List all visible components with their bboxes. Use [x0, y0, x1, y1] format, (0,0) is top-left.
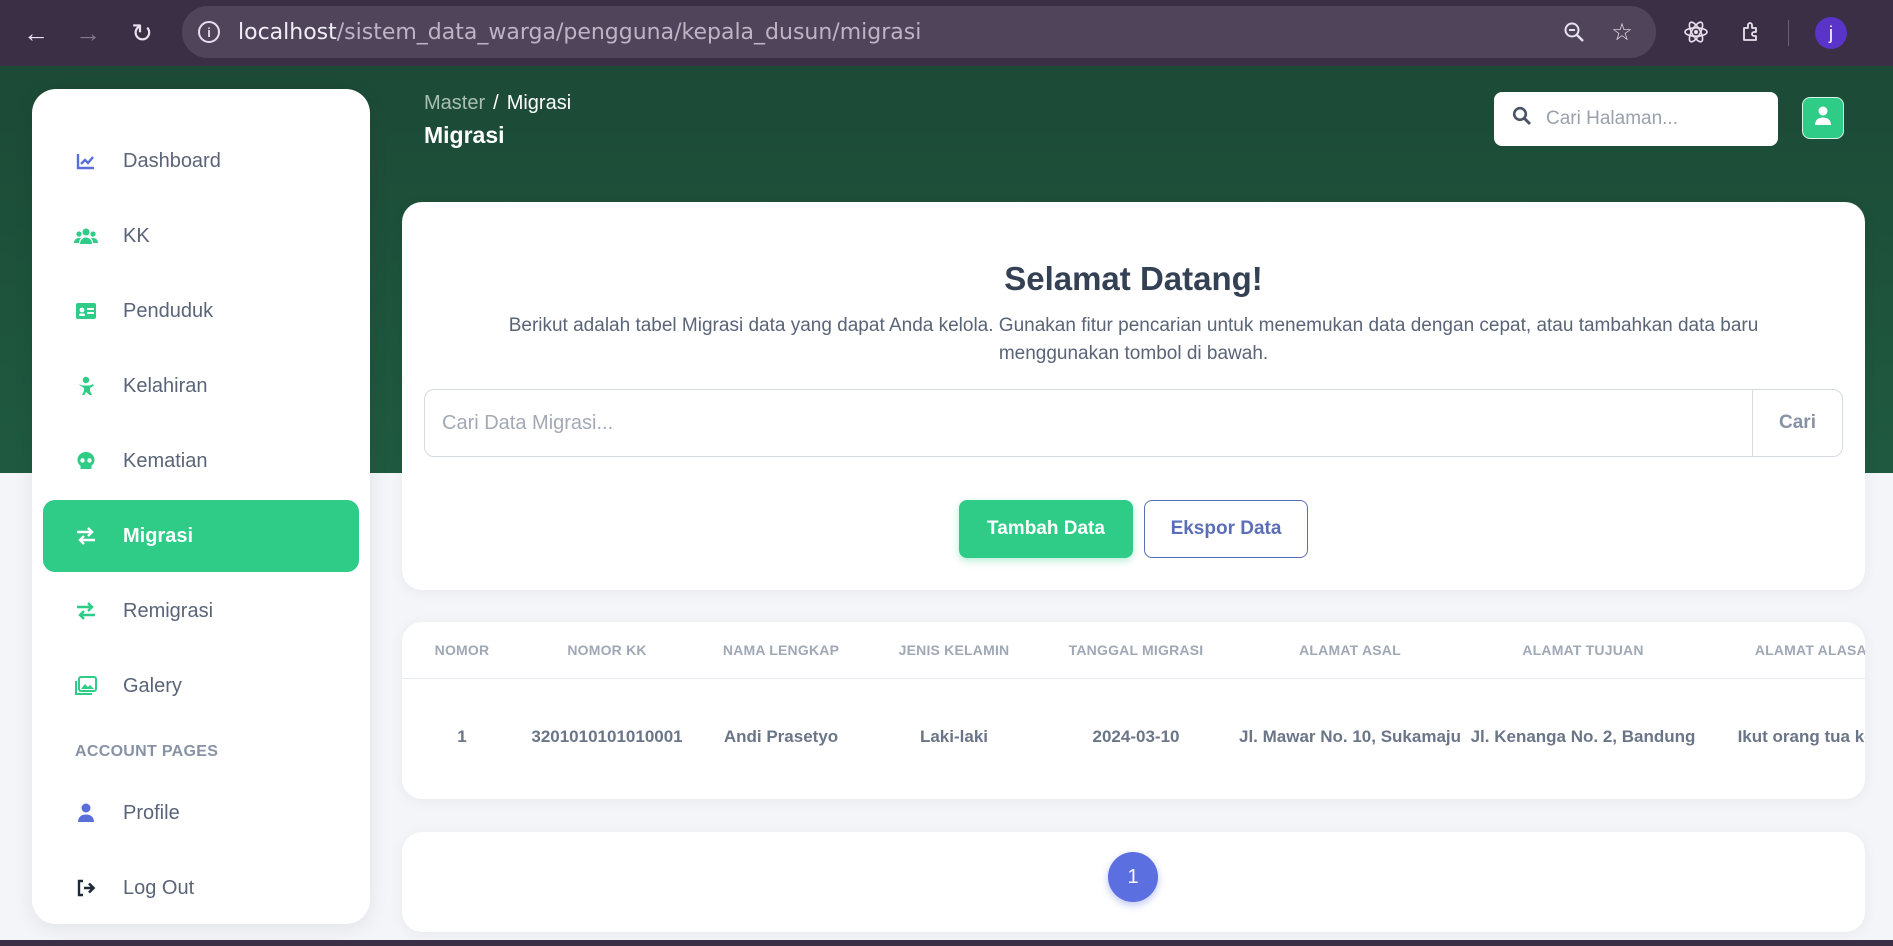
users-icon	[73, 223, 99, 249]
sidebar-item-label: Profile	[123, 801, 180, 824]
page-search-box	[1494, 92, 1778, 146]
baby-icon	[73, 373, 99, 399]
sidebar-item-label: Migrasi	[123, 524, 194, 547]
url-text[interactable]: localhost/sistem_data_warga/pengguna/kep…	[238, 20, 921, 45]
user-icon	[73, 800, 99, 826]
sidebar-item-dashboard[interactable]: Dashboard	[43, 125, 359, 197]
exchange-icon	[73, 523, 99, 549]
sidebar-item-label: Dashboard	[123, 149, 221, 172]
profile-avatar[interactable]: j	[1815, 17, 1847, 49]
migration-table: NOMOR NOMOR KK NAMA LENGKAP JENIS KELAMI…	[402, 622, 1865, 796]
extensions-icon[interactable]	[1736, 16, 1768, 48]
table-cell: 1	[457, 727, 467, 747]
table-header-row: NOMOR NOMOR KK NAMA LENGKAP JENIS KELAMI…	[402, 622, 1865, 679]
user-menu-button[interactable]	[1802, 97, 1844, 139]
react-devtools-icon[interactable]	[1680, 16, 1712, 48]
table-cell: Ikut orang tua kerja	[1737, 727, 1865, 747]
breadcrumb-current: Migrasi	[506, 92, 572, 114]
skull-icon	[73, 448, 99, 474]
column-header: ALAMAT ASAL	[1234, 622, 1466, 679]
sidebar-item-label: Log Out	[123, 876, 195, 899]
sidebar-item-logout[interactable]: Log Out	[43, 852, 359, 924]
breadcrumb: Master / Migrasi	[424, 92, 571, 115]
user-icon	[1814, 106, 1832, 131]
url-host: localhost	[238, 19, 337, 45]
add-data-button[interactable]: Tambah Data	[959, 500, 1133, 558]
page-title: Migrasi	[424, 122, 505, 148]
toolbar-separator	[1788, 20, 1789, 46]
browser-toolbar: ← → ↻ i localhost/sistem_data_warga/peng…	[0, 0, 1893, 66]
address-bar[interactable]: i localhost/sistem_data_warga/pengguna/k…	[182, 6, 1656, 58]
sidebar-item-kelahiran[interactable]: Kelahiran	[43, 350, 359, 422]
search-icon	[1512, 106, 1532, 132]
column-header: ALAMAT ALASAN	[1700, 622, 1865, 679]
images-icon	[73, 673, 99, 699]
column-header: ALAMAT TUJUAN	[1466, 622, 1700, 679]
table-cell: 2024-03-10	[1092, 727, 1180, 747]
zoom-icon[interactable]	[1560, 18, 1588, 46]
back-icon[interactable]: ←	[16, 13, 56, 53]
sidebar-item-migrasi[interactable]: Migrasi	[43, 500, 359, 572]
url-path: /sistem_data_warga/pengguna/kepala_dusun…	[336, 19, 922, 45]
sidebar-item-label: KK	[123, 224, 150, 247]
id-card-icon	[73, 298, 99, 324]
column-header: TANGGAL MIGRASI	[1038, 622, 1234, 679]
page-number-button[interactable]: 1	[1108, 852, 1158, 902]
export-data-button[interactable]: Ekspor Data	[1144, 500, 1308, 558]
welcome-title: Selamat Datang!	[1004, 260, 1263, 297]
window-bottom-edge	[0, 940, 1893, 946]
table-cell: 3201010101010001	[531, 727, 683, 747]
site-info-icon[interactable]: i	[198, 21, 220, 43]
migration-table-card: NOMOR NOMOR KK NAMA LENGKAP JENIS KELAMI…	[402, 622, 1865, 799]
table-row[interactable]: 1 3201010101010001 Andi Prasetyo Laki-la…	[402, 678, 1865, 796]
chart-icon	[73, 148, 99, 174]
column-header: NAMA LENGKAP	[692, 622, 870, 679]
column-header: NOMOR KK	[522, 622, 692, 679]
sidebar-item-kk[interactable]: KK	[43, 200, 359, 272]
search-button[interactable]: Cari	[1752, 390, 1842, 456]
data-search-group: Cari	[424, 389, 1843, 457]
table-cell: Jl. Mawar No. 10, Sukamaju	[1238, 727, 1462, 747]
sidebar-item-label: Kelahiran	[123, 374, 208, 397]
column-header: JENIS KELAMIN	[870, 622, 1038, 679]
sidebar-item-remigrasi[interactable]: Remigrasi	[43, 575, 359, 647]
sidebar-item-label: Remigrasi	[123, 599, 214, 622]
breadcrumb-parent[interactable]: Master	[424, 92, 485, 114]
bookmark-star-icon[interactable]: ☆	[1608, 18, 1636, 46]
breadcrumb-separator: /	[493, 92, 499, 114]
sidebar-item-label: Penduduk	[123, 299, 214, 322]
exchange-icon	[73, 598, 99, 624]
table-cell: Andi Prasetyo	[723, 727, 839, 747]
sidebar-item-penduduk[interactable]: Penduduk	[43, 275, 359, 347]
sidebar: Dashboard KK Penduduk Kelahiran Kematian…	[32, 89, 370, 924]
section-heading: ACCOUNT PAGES	[75, 743, 219, 760]
logout-icon	[73, 875, 99, 901]
column-header: NOMOR	[402, 622, 522, 679]
welcome-description: Berikut adalah tabel Migrasi data yang d…	[508, 315, 1759, 364]
sidebar-item-kematian[interactable]: Kematian	[43, 425, 359, 497]
forward-icon[interactable]: →	[68, 13, 108, 53]
pagination-card: 1	[402, 832, 1865, 932]
table-cell: Laki-laki	[919, 727, 989, 747]
table-cell: Jl. Kenanga No. 2, Bandung	[1470, 727, 1696, 747]
welcome-card: Selamat Datang! Berikut adalah tabel Mig…	[402, 202, 1865, 590]
data-search-input[interactable]	[425, 390, 1752, 456]
sidebar-item-profile[interactable]: Profile	[43, 777, 359, 849]
sidebar-item-label: Kematian	[123, 449, 208, 472]
sidebar-item-galery[interactable]: Galery	[43, 650, 359, 722]
reload-icon[interactable]: ↻	[122, 13, 162, 53]
page-search-input[interactable]	[1546, 108, 1746, 130]
sidebar-item-label: Galery	[123, 674, 182, 697]
